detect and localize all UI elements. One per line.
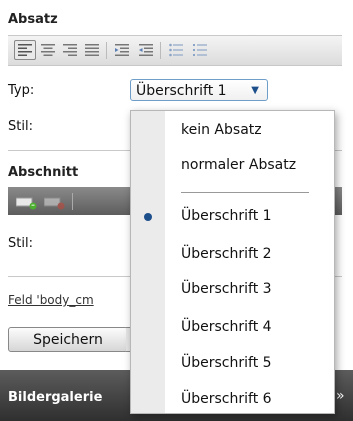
field-link[interactable]: Feld 'body_cm xyxy=(8,293,94,307)
dropdown-item-ueberschrift-3[interactable]: Überschrift 3 xyxy=(181,281,272,297)
indent-icon xyxy=(139,44,153,56)
align-left-button[interactable] xyxy=(14,40,36,60)
selected-bullet-icon xyxy=(144,213,152,221)
dropdown-item-ueberschrift-4[interactable]: Überschrift 4 xyxy=(181,319,272,335)
align-left-icon xyxy=(18,44,32,56)
align-justify-icon xyxy=(85,44,99,56)
absatz-title: Absatz xyxy=(8,12,58,27)
dropdown-item-ueberschrift-5[interactable]: Überschrift 5 xyxy=(181,355,272,371)
outdent-icon xyxy=(115,44,129,56)
gallery-title[interactable]: Bildergalerie xyxy=(8,390,102,405)
align-justify-button[interactable] xyxy=(82,41,102,59)
toolbar-separator xyxy=(72,193,73,210)
numbered-list-button[interactable] xyxy=(190,41,210,59)
align-right-icon xyxy=(63,44,77,56)
chevron-down-icon: ▼ xyxy=(251,85,259,96)
dropdown-item-ueberschrift-6[interactable]: Überschrift 6 xyxy=(181,391,272,407)
bulleted-list-icon xyxy=(169,43,183,57)
dropdown-item-normaler-absatz[interactable]: normaler Absatz xyxy=(181,157,296,173)
dropdown-item-ueberschrift-1[interactable]: Überschrift 1 xyxy=(181,208,272,224)
delete-section-icon[interactable] xyxy=(44,196,66,210)
toolbar-separator xyxy=(160,42,161,59)
absatz-stil-label: Stil: xyxy=(8,119,33,134)
absatz-toolbar xyxy=(8,35,342,66)
dropdown-separator xyxy=(181,192,309,193)
align-center-icon xyxy=(41,44,55,56)
expand-more-icon[interactable]: » xyxy=(336,388,345,404)
paragraph-type-select[interactable]: Überschrift 1 ▼ xyxy=(130,79,268,101)
align-right-button[interactable] xyxy=(60,41,80,59)
numbered-list-icon xyxy=(193,44,207,56)
paragraph-type-dropdown: kein Absatz normaler Absatz Überschrift … xyxy=(130,110,335,414)
dropdown-gutter xyxy=(131,111,165,413)
paragraph-type-value: Überschrift 1 xyxy=(136,83,227,99)
indent-button[interactable] xyxy=(136,41,156,59)
outdent-button[interactable] xyxy=(112,41,132,59)
abschnitt-title: Abschnitt xyxy=(8,165,79,180)
typ-label: Typ: xyxy=(8,83,35,98)
abschnitt-stil-label: Stil: xyxy=(8,236,33,251)
dropdown-item-ueberschrift-2[interactable]: Überschrift 2 xyxy=(181,246,272,262)
insert-section-icon[interactable] xyxy=(16,196,38,210)
align-center-button[interactable] xyxy=(38,41,58,59)
dropdown-item-kein-absatz[interactable]: kein Absatz xyxy=(181,122,262,138)
bulleted-list-button[interactable] xyxy=(166,41,186,59)
toolbar-separator xyxy=(106,42,107,59)
save-button[interactable]: Speichern xyxy=(8,327,128,352)
